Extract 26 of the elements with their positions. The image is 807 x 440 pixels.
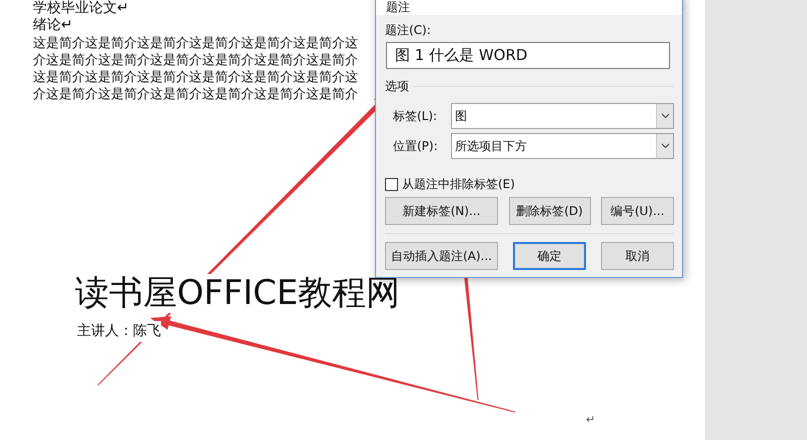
dialog-button[interactable]: 删除标签(D) (508, 197, 590, 225)
chevron-down-icon (660, 113, 670, 119)
checkbox[interactable] (385, 178, 398, 190)
dialog-button[interactable]: 取消 (601, 242, 674, 270)
dialog-button[interactable]: 自动插入题注(A)... (385, 242, 498, 270)
body-text: 这是简介这是简介这是简介这是简介这是简介这是简介这 (33, 69, 359, 86)
paragraph-mark: ↵ (586, 412, 596, 428)
heading-text: 绪论↵ (33, 17, 74, 35)
caption-label: 题注(C): (385, 22, 432, 39)
dialog-button[interactable]: 编号(U)... (601, 197, 674, 225)
ok-button[interactable]: 确定 (513, 242, 586, 270)
heading-text: 学校毕业论文↵ (33, 0, 130, 18)
field-label: 位置(P): (393, 138, 439, 155)
checkbox-label: 从题注中排除标签(E) (402, 176, 515, 193)
dialog-button[interactable]: 新建标签(N)... (385, 197, 498, 225)
dropdown-field[interactable]: 所选项目下方 (450, 133, 674, 159)
presenter-text: 主讲人：陈飞 (77, 320, 161, 342)
body-text: 介这是简介这是简介这是简介这是简介这是简介这是简介 (33, 52, 359, 70)
dropdown-field[interactable]: 图 (450, 103, 674, 129)
body-text: 介这是简介这是简介这是简介这是简介这是简介这是简介 (33, 86, 359, 104)
dialog-title: 题注 (376, 0, 682, 15)
chevron-down-icon (660, 143, 670, 149)
caption-input-field[interactable]: 图 1 什么是 WORD (386, 42, 670, 69)
field-label: 标签(L): (393, 108, 438, 125)
options-label: 选项 (385, 78, 409, 95)
body-text: 这是简介这是简介这是简介这是简介这是简介这是简介这 (33, 34, 359, 52)
